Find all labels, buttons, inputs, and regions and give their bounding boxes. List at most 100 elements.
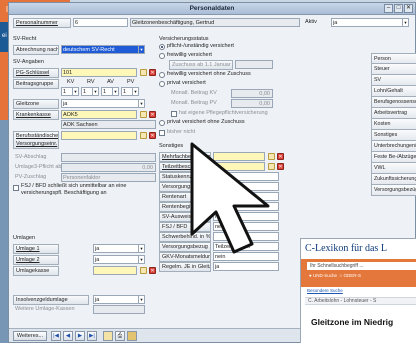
document-icon[interactable] [103,331,113,341]
radio-freiwillig-ohne[interactable] [159,72,165,78]
chevron-down-icon[interactable]: ▼ [72,88,78,95]
next-record-icon[interactable]: ▶ [75,331,85,341]
nav-item-sonstiges[interactable]: Sonstiges [371,130,416,141]
weitere-umlage-label: Weitere Umlage-Kassen [15,306,75,312]
nav-item-sv[interactable]: SV [371,75,416,86]
bg-col-av: AV [107,79,114,85]
oder-suche-radio[interactable]: ○ ODER-S [340,273,361,278]
delete-icon[interactable]: ✕ [149,111,156,118]
bg-pv-select[interactable]: 1 ▼ [121,87,139,96]
delete-icon[interactable]: ✕ [149,267,156,274]
nav-item-berufsgenossenschaften[interactable]: Berufsgenossenschaften [371,97,416,108]
nav-item-unterbrechungen[interactable]: Unterbrechungen/Fehlzei.. [371,141,416,152]
delete-icon[interactable]: ✕ [149,132,156,139]
nav-item-kosten[interactable]: Kosten [371,119,416,130]
aktiv-label: Aktiv [305,19,317,25]
insolvenzgeldumlage-label[interactable]: Insolvenzgeldumlage [13,295,89,305]
nav-item-lohn-gehalt[interactable]: Lohn/Gehalt [371,86,416,97]
chevron-down-icon[interactable]: ▼ [138,245,144,252]
umlage1-label[interactable]: Umlage 1 [13,244,59,254]
bg-rv-select[interactable]: 1 ▼ [81,87,99,96]
nav-item-zukunftssicherung[interactable]: Zukunftssicherung [371,174,416,185]
beitragsgruppe-label[interactable]: Beitragsgruppe [13,79,59,89]
last-record-icon[interactable]: ▶| [87,331,97,341]
abrechnung-select[interactable]: deutschem SV-Recht ▼ [61,45,145,54]
abrechnung-label[interactable]: Abrechnung nach [13,45,59,55]
berufsstaendische-field[interactable] [61,131,137,140]
mouse-pointer-icon [190,142,270,254]
fsj-label: FSJ / BFD schließt sich unmittelbar an e… [21,183,127,196]
weiteres-button[interactable]: Weiteres... [13,331,47,341]
chevron-down-icon[interactable]: ▼ [138,46,144,53]
sonstiges-value-11[interactable]: ja [213,262,279,271]
gleitzone-label[interactable]: Gleitzone [13,99,59,109]
radio-freiwillig[interactable] [159,53,165,59]
umlagekasse-label[interactable]: Umlagekasse [13,266,59,276]
radio-privat[interactable] [159,81,165,87]
chevron-down-icon[interactable]: ▼ [138,296,144,303]
delete-icon[interactable]: ✕ [149,69,156,76]
nav-item-steuer[interactable]: Steuer [371,64,416,75]
radio-freiwillig-ohne-label: freiwillig versichert ohne Zuschuss [167,71,251,77]
chevron-down-icon[interactable]: ▼ [92,88,98,95]
document-icon[interactable] [140,69,147,76]
pg-schluessel-field[interactable]: 101 [61,68,137,77]
nav-item-person[interactable]: Person [371,53,416,64]
bg-col-pv: PV [127,79,135,85]
bg-av-select[interactable]: 1 ▼ [101,87,119,96]
maximize-icon[interactable]: □ [394,4,403,13]
bg-col-kv: KV [67,79,75,85]
insolvenzgeldumlage-select[interactable]: ja ▼ [93,295,145,304]
chevron-down-icon[interactable]: ▼ [132,88,138,95]
besondere-suche-link[interactable]: Besondere Suche [307,288,343,293]
umlage2-select[interactable]: ja ▼ [93,255,145,264]
gleitzone-select[interactable]: ja ▼ [61,99,145,108]
document-icon[interactable] [140,132,147,139]
lexikon-browser-window: C-Lexikon für das L Ihr Schnellsuchbegri… [300,238,416,343]
beitrag-pv-label: Monatl. Beitrag PV [171,100,217,106]
pflege-checkbox[interactable] [171,111,177,117]
und-suche-radio[interactable]: ● UND-Suche [309,273,337,278]
close-icon[interactable]: ✕ [404,4,413,13]
nav-item-feste-bezuege[interactable]: Feste Be-/Abzüge [371,152,416,163]
zuschuss-label[interactable]: Zuschuss ab 1.1 Januar [169,60,233,70]
personalnummer-label[interactable]: Personalnummer [13,18,71,28]
pg-schluessel-label[interactable]: PG-Schlüssel [13,68,59,78]
personalnummer-field[interactable]: 6 [73,18,128,27]
sonstiges-label-11[interactable]: Regelm. JE in Gleitzone [159,262,211,272]
umlage1-select[interactable]: ja ▼ [93,244,145,253]
bisher-checkbox[interactable] [159,130,165,136]
minimize-icon[interactable]: – [384,4,393,13]
bg-kv-select[interactable]: 1 ▼ [61,87,79,96]
nav-item-vwl[interactable]: VWL [371,163,416,174]
folder-icon[interactable] [127,331,137,341]
krankenkasse-field[interactable]: AOK5 [61,110,137,119]
breadcrumb[interactable]: C. Arbeitslohn - Lohnsteuer - S [305,297,416,305]
print-icon[interactable]: ⎙ [115,331,125,341]
background-app-label: ei [2,33,7,39]
aktiv-select[interactable]: ja ▼ [331,18,409,27]
sv-angaben-heading: SV-Angaben [13,59,44,65]
umlagekasse-field[interactable] [93,266,137,275]
krankenkasse-label[interactable]: Krankenkasse [13,110,59,120]
radio-privat-ohne[interactable] [159,120,165,126]
berufsstaendische-label[interactable]: Berufsständische Versorgungseinr. [13,131,59,149]
chevron-down-icon[interactable]: ▼ [138,256,144,263]
radio-privat-label: privat versichert [167,80,206,86]
chevron-down-icon[interactable]: ▼ [138,100,144,107]
previous-record-icon[interactable]: ◀ [63,331,73,341]
chevron-down-icon[interactable]: ▼ [402,19,408,26]
fsj-checkbox[interactable] [13,185,19,191]
lexikon-search-bar: Ihr Schnellsuchbegriff ... ● UND-Suche ○… [301,259,416,287]
lexikon-search-input[interactable]: Ihr Schnellsuchbegriff ... [307,262,416,270]
document-icon[interactable] [140,111,147,118]
first-record-icon[interactable]: |◀ [51,331,61,341]
nav-item-arbeitsvertrag[interactable]: Arbeitsvertrag [371,108,416,119]
umlage2-label[interactable]: Umlage 2 [13,255,59,265]
document-icon[interactable] [140,267,147,274]
dialog-title: Personaldaten [189,5,235,12]
chevron-down-icon[interactable]: ▼ [112,88,118,95]
nav-item-versorgungsbezuege[interactable]: Versorgungsbezüge [371,185,416,196]
radio-pflicht[interactable] [159,44,165,50]
bg-col-rv: RV [87,79,95,85]
